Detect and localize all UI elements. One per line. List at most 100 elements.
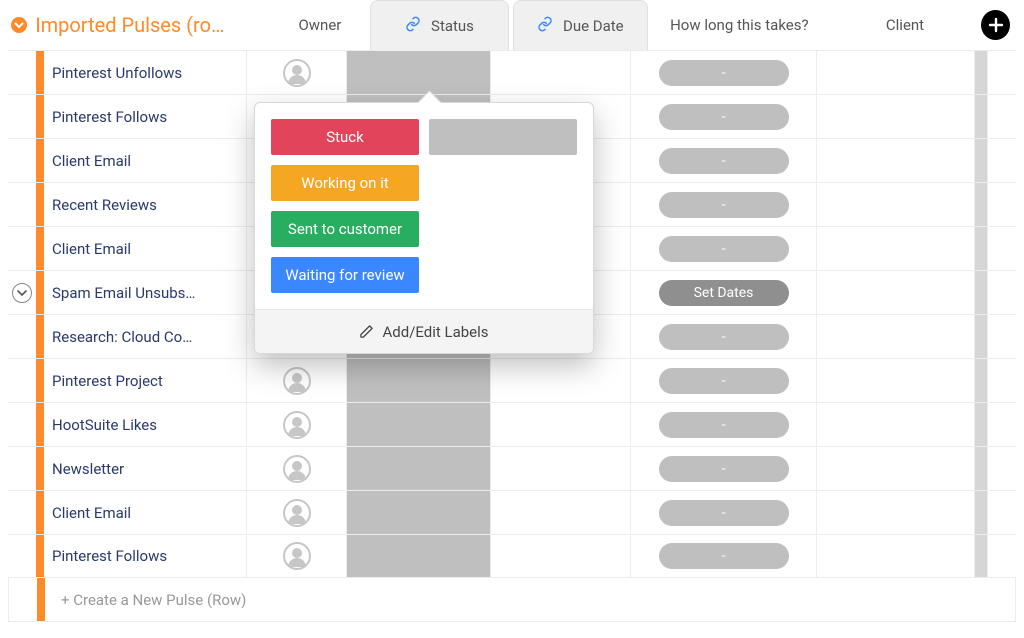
owner-cell[interactable] [246, 447, 346, 490]
row-expand-toggle[interactable] [12, 283, 32, 303]
duration-cell[interactable]: - [630, 183, 816, 226]
column-header-label: Due Date [563, 17, 624, 35]
duration-cell[interactable]: - [630, 447, 816, 490]
edit-labels-text: Add/Edit Labels [382, 323, 488, 341]
client-cell[interactable] [816, 95, 974, 138]
pulse-name-cell[interactable]: Pinterest Follows [52, 95, 246, 138]
owner-cell[interactable] [246, 535, 346, 577]
client-cell[interactable] [816, 491, 974, 534]
status-option-blank[interactable] [429, 119, 577, 155]
pulse-name-cell[interactable]: Client Email [52, 491, 246, 534]
link-icon [405, 16, 421, 36]
due-date-cell[interactable] [490, 359, 630, 402]
client-cell[interactable] [816, 447, 974, 490]
duration-pill[interactable]: - [659, 148, 789, 174]
column-header-duration[interactable]: How long this takes? [650, 0, 829, 50]
pulse-name-cell[interactable]: Client Email [52, 139, 246, 182]
column-header-client[interactable]: Client [829, 0, 981, 50]
new-pulse-row[interactable]: + Create a New Pulse (Row) [8, 578, 1016, 622]
pulse-name-cell[interactable]: Client Email [52, 227, 246, 270]
client-cell[interactable] [816, 139, 974, 182]
group-color-bar [36, 51, 44, 94]
column-header-owner[interactable]: Owner [272, 0, 368, 50]
duration-cell[interactable]: - [630, 95, 816, 138]
client-cell[interactable] [816, 271, 974, 314]
status-value-blank [347, 535, 490, 577]
pulse-name-cell[interactable]: HootSuite Likes [52, 403, 246, 446]
group-color-bar [36, 359, 44, 402]
status-cell[interactable] [346, 403, 490, 446]
duration-pill[interactable]: - [659, 60, 789, 86]
due-date-cell[interactable] [490, 535, 630, 577]
row-tail [974, 183, 988, 226]
status-cell[interactable] [346, 447, 490, 490]
row-tail [974, 315, 988, 358]
owner-cell[interactable] [246, 491, 346, 534]
duration-pill[interactable]: Set Dates [659, 280, 789, 306]
duration-pill[interactable]: - [659, 500, 789, 526]
status-cell[interactable] [346, 51, 490, 94]
duration-cell[interactable]: - [630, 403, 816, 446]
duration-pill[interactable]: - [659, 368, 789, 394]
pulse-name-cell[interactable]: Pinterest Unfollows [52, 51, 246, 94]
duration-cell[interactable]: Set Dates [630, 271, 816, 314]
owner-cell[interactable] [246, 359, 346, 402]
status-picker-popover: Stuck Working on it Sent to customer Wai… [254, 102, 594, 354]
status-cell[interactable] [346, 491, 490, 534]
pulse-name-cell[interactable]: Pinterest Follows [52, 535, 246, 577]
pulse-name-cell[interactable]: Research: Cloud Co… [52, 315, 246, 358]
duration-cell[interactable]: - [630, 535, 816, 577]
due-date-cell[interactable] [490, 447, 630, 490]
client-cell[interactable] [816, 403, 974, 446]
duration-cell[interactable]: - [630, 139, 816, 182]
column-header-label: How long this takes? [670, 16, 808, 34]
status-cell[interactable] [346, 359, 490, 402]
duration-cell[interactable]: - [630, 51, 816, 94]
owner-cell[interactable] [246, 51, 346, 94]
owner-cell[interactable] [246, 403, 346, 446]
duration-cell[interactable]: - [630, 359, 816, 402]
status-option-sent[interactable]: Sent to customer [271, 211, 419, 247]
group-title[interactable]: Imported Pulses (ro… [35, 13, 235, 37]
status-cell[interactable] [346, 535, 490, 577]
table-row: Pinterest Follows - [8, 534, 1016, 578]
duration-pill[interactable]: - [659, 456, 789, 482]
status-option-working[interactable]: Working on it [271, 165, 419, 201]
column-header-due-date[interactable]: Due Date [513, 0, 648, 50]
pulse-name-cell[interactable]: Pinterest Project [52, 359, 246, 402]
client-cell[interactable] [816, 183, 974, 226]
duration-cell[interactable]: - [630, 491, 816, 534]
duration-cell[interactable]: - [630, 227, 816, 270]
client-cell[interactable] [816, 51, 974, 94]
duration-cell[interactable]: - [630, 315, 816, 358]
client-cell[interactable] [816, 359, 974, 402]
status-value-blank [347, 359, 490, 402]
column-header-label: Client [886, 16, 924, 34]
duration-pill[interactable]: - [659, 324, 789, 350]
duration-pill[interactable]: - [659, 543, 789, 569]
new-pulse-placeholder[interactable]: + Create a New Pulse (Row) [53, 578, 1015, 621]
duration-pill[interactable]: - [659, 236, 789, 262]
client-cell[interactable] [816, 535, 974, 577]
due-date-cell[interactable] [490, 51, 630, 94]
avatar-placeholder-icon [283, 499, 311, 527]
edit-labels-button[interactable]: Add/Edit Labels [255, 309, 593, 353]
duration-pill[interactable]: - [659, 104, 789, 130]
column-header-status[interactable]: Status [370, 0, 509, 50]
duration-pill[interactable]: - [659, 192, 789, 218]
row-tail [974, 535, 988, 577]
group-collapse-toggle[interactable] [8, 14, 29, 36]
due-date-cell[interactable] [490, 403, 630, 446]
pulse-name-cell[interactable]: Newsletter [52, 447, 246, 490]
row-tail [974, 359, 988, 402]
client-cell[interactable] [816, 227, 974, 270]
status-option-stuck[interactable]: Stuck [271, 119, 419, 155]
add-column-button[interactable] [981, 10, 1010, 40]
duration-pill[interactable]: - [659, 412, 789, 438]
plus-icon [988, 17, 1004, 33]
pulse-name-cell[interactable]: Spam Email Unsubs… [52, 271, 246, 314]
due-date-cell[interactable] [490, 491, 630, 534]
pulse-name-cell[interactable]: Recent Reviews [52, 183, 246, 226]
client-cell[interactable] [816, 315, 974, 358]
status-option-waiting[interactable]: Waiting for review [271, 257, 419, 293]
